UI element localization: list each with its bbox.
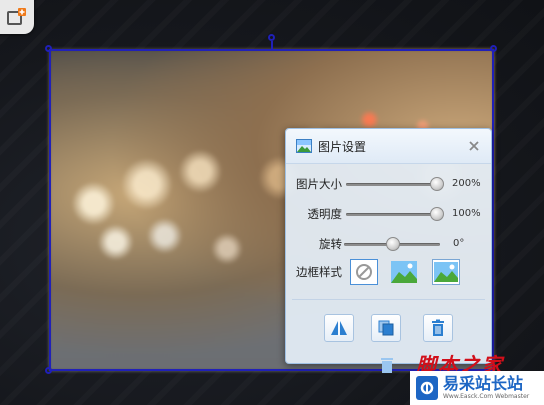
border-style-none[interactable] (350, 259, 378, 285)
border-style-framed[interactable] (432, 259, 460, 285)
size-label: 图片大小 (296, 177, 342, 191)
flip-horizontal-button[interactable] (324, 314, 354, 342)
panel-title: 图片设置 (318, 139, 367, 154)
close-icon[interactable] (467, 139, 481, 153)
flip-horizontal-icon (331, 320, 347, 336)
delete-icon (432, 319, 444, 336)
picture-icon (296, 139, 312, 153)
rotate-handle[interactable] (268, 34, 275, 41)
trash-icon (381, 358, 393, 373)
watermark-site-logo: 易采站长站 Www.Easck.Com Webmaster (410, 371, 544, 405)
rotate-line (271, 41, 273, 50)
landscape-icon (391, 261, 417, 283)
size-value: 200% (452, 178, 481, 189)
add-image-icon (7, 8, 26, 25)
copy-icon (378, 320, 394, 336)
resize-handle-top-left[interactable] (45, 45, 52, 52)
rotate-row: 旋转 0° (286, 233, 491, 255)
border-style-row: 边框样式 (286, 259, 491, 285)
image-settings-panel: 图片设置 图片大小 200% 透明度 100% 旋转 0° 边框样式 (285, 128, 492, 364)
rotate-label: 旋转 (319, 237, 342, 251)
resize-handle-top-right[interactable] (490, 45, 497, 52)
site-logo-icon (416, 376, 438, 400)
landscape-framed-icon (434, 262, 458, 282)
watermark-site-name: 易采站长站 (443, 374, 524, 393)
copy-button[interactable] (371, 314, 401, 342)
none-icon (356, 264, 372, 280)
panel-header: 图片设置 (286, 129, 491, 164)
size-slider-knob[interactable] (430, 177, 444, 191)
border-style-plain[interactable] (390, 259, 418, 285)
panel-divider (292, 299, 485, 300)
opacity-row: 透明度 100% (286, 203, 491, 225)
rotate-slider[interactable] (344, 237, 440, 251)
border-style-label: 边框样式 (296, 265, 342, 279)
rotate-slider-knob[interactable] (386, 237, 400, 251)
opacity-slider-knob[interactable] (430, 207, 444, 221)
size-row: 图片大小 200% (286, 173, 491, 195)
rotate-value: 0° (453, 238, 465, 249)
size-slider[interactable] (346, 177, 444, 191)
resize-handle-bottom-left[interactable] (45, 367, 52, 374)
add-image-button[interactable] (0, 0, 34, 34)
delete-button[interactable] (423, 314, 453, 342)
opacity-slider[interactable] (346, 207, 444, 221)
opacity-label: 透明度 (307, 207, 343, 221)
opacity-value: 100% (452, 208, 481, 219)
watermark-site-sub: Www.Easck.Com Webmaster (443, 393, 530, 400)
